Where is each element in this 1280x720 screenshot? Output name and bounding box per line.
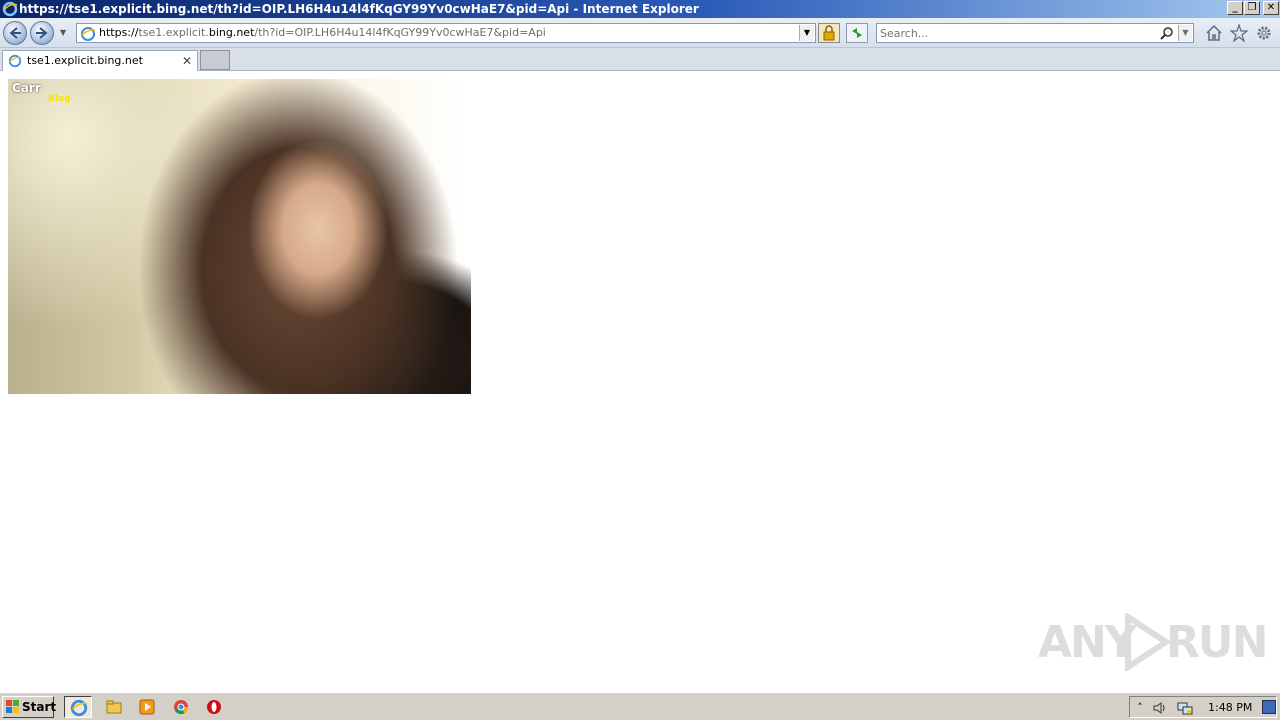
show-hidden-icons-button[interactable]: ˄ <box>1132 700 1148 716</box>
taskbar-ie-button[interactable] <box>64 696 92 718</box>
search-input[interactable] <box>880 25 1150 41</box>
taskbar-media-player-button[interactable] <box>133 696 161 718</box>
close-window-button[interactable]: ✕ <box>1263 1 1279 15</box>
url-host-prefix: tse1.explicit. <box>138 26 209 39</box>
recent-pages-dropdown[interactable]: ▼ <box>60 28 70 38</box>
system-tray: ˄ 1:48 PM <box>1129 696 1277 718</box>
ie-icon <box>2 1 18 17</box>
chrome-icon <box>174 700 188 714</box>
new-tab-button[interactable] <box>200 50 230 70</box>
folder-icon <box>106 700 122 714</box>
volume-icon[interactable] <box>1152 700 1168 716</box>
minimize-button[interactable]: _ <box>1227 1 1243 15</box>
clock[interactable]: 1:48 PM <box>1208 697 1252 719</box>
opera-icon <box>207 700 221 714</box>
window-titlebar: https://tse1.explicit.bing.net/th?id=OIP… <box>0 0 1280 18</box>
ie-icon <box>70 699 88 717</box>
start-button[interactable]: Start <box>2 696 57 718</box>
forward-button[interactable] <box>30 21 54 45</box>
search-box[interactable]: ▼ <box>876 23 1194 43</box>
show-desktop-button[interactable] <box>1262 700 1276 714</box>
window-title: https://tse1.explicit.bing.net/th?id=OIP… <box>19 2 699 16</box>
address-bar[interactable]: https://tse1.explicit.bing.net/th?id=OIP… <box>76 23 816 43</box>
refresh-button[interactable] <box>846 23 868 43</box>
back-button[interactable] <box>3 21 27 45</box>
taskbar: Start ˄ 1:48 PM <box>0 692 1280 720</box>
displayed-image[interactable]: Carr Blog <box>8 79 471 394</box>
taskbar-chrome-button[interactable] <box>167 696 195 718</box>
close-tab-icon[interactable]: ✕ <box>182 51 192 71</box>
home-icon[interactable] <box>1205 24 1223 42</box>
tab-tse1-explicit-bing[interactable]: tse1.explicit.bing.net ✕ <box>2 50 198 71</box>
address-url: https://tse1.explicit.bing.net/th?id=OIP… <box>99 24 546 42</box>
ie-icon <box>8 54 22 68</box>
watermark-run-text: RUN <box>1166 617 1268 668</box>
page-content: Carr Blog ANY RUN <box>0 72 1280 692</box>
network-icon[interactable] <box>1177 700 1193 716</box>
start-label: Start <box>22 700 57 714</box>
tab-bar: tse1.explicit.bing.net ✕ <box>0 48 1280 71</box>
gear-icon[interactable] <box>1255 24 1273 42</box>
anyrun-watermark: ANY RUN <box>1038 607 1268 677</box>
tab-label: tse1.explicit.bing.net <box>27 54 143 67</box>
navigation-bar: ▼ https://tse1.explicit.bing.net/th?id=O… <box>0 18 1280 48</box>
taskbar-explorer-button[interactable] <box>100 696 128 718</box>
play-icon <box>1125 613 1172 671</box>
refresh-icon <box>852 28 862 38</box>
lock-icon <box>823 25 835 41</box>
watermark-any-text: ANY <box>1038 617 1137 668</box>
back-icon <box>9 27 21 39</box>
taskbar-opera-button[interactable] <box>200 696 228 718</box>
url-scheme: https:// <box>99 26 139 39</box>
image-watermark-logo: Carr <box>12 81 41 95</box>
page-icon <box>81 27 96 41</box>
forward-icon <box>36 27 48 39</box>
url-path: /th?id=OIP.LH6H4u14l4fKqGY99Yv0cwHaE7&pi… <box>254 26 546 39</box>
star-icon[interactable] <box>1230 24 1248 42</box>
search-icon[interactable] <box>1159 26 1175 41</box>
image-watermark-sub: Blog <box>48 94 71 104</box>
windows-flag-icon <box>6 700 19 713</box>
security-lock-button[interactable] <box>818 23 840 43</box>
search-provider-dropdown[interactable]: ▼ <box>1178 25 1192 41</box>
media-player-icon <box>139 699 155 715</box>
address-dropdown[interactable]: ▼ <box>799 25 814 41</box>
maximize-button[interactable]: ❐ <box>1244 1 1260 15</box>
url-host-domain: bing.net <box>208 26 255 39</box>
